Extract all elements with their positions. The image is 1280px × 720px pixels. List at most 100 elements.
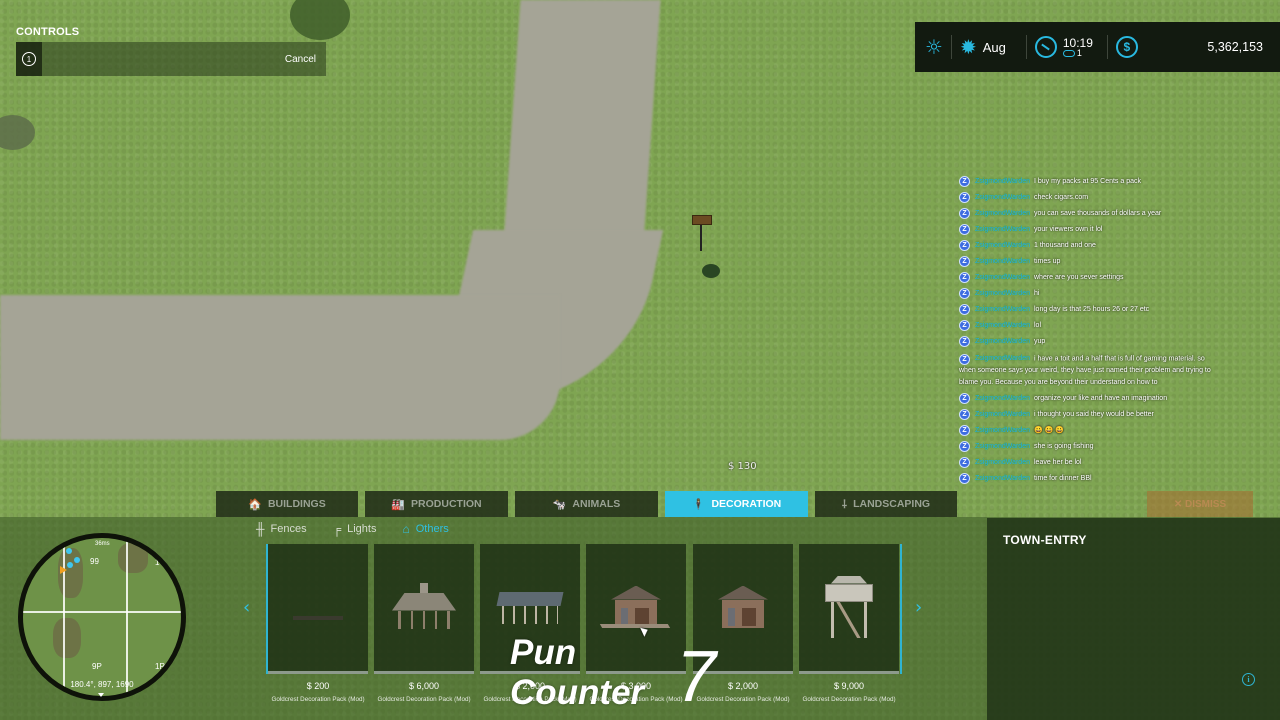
chat-username: ZsigmondWarden	[975, 459, 1030, 467]
chat-message: Z ZsigmondWarden yup	[959, 334, 1221, 350]
stream-chat: Z ZsigmondWarden I buy my packs at 95 Cent…	[959, 174, 1221, 487]
key-hint: 1	[16, 42, 42, 76]
tab-label: BUILDINGS	[267, 498, 326, 510]
top-hud: ☼ ✹ Aug 10:19 1 $ 5,362,153	[915, 22, 1280, 72]
subtab-label: Others	[415, 523, 449, 535]
tab-label: DECORATION	[711, 498, 782, 510]
chat-text: lol	[1034, 322, 1042, 329]
sign-post	[700, 225, 702, 251]
chat-text: leave her be lol	[1034, 459, 1082, 467]
chat-username: ZsigmondWarden	[975, 306, 1030, 313]
chat-message: Z ZsigmondWarden leave her be lol	[959, 455, 1221, 471]
chat-username: ZsigmondWarden	[975, 290, 1030, 297]
decoration-icon: 🕴	[691, 498, 706, 511]
chat-text: your viewers own it lol	[1034, 226, 1103, 233]
chat-user-badge-icon: Z	[959, 354, 970, 365]
chat-message: Z ZsigmondWarden your viewers own it lol	[959, 222, 1221, 238]
subtab-lights[interactable]: ╒ Lights	[333, 522, 377, 536]
chat-user-badge-icon: Z	[959, 288, 970, 299]
chat-user-badge-icon: Z	[959, 256, 970, 267]
carousel-prev-arrow[interactable]: ‹	[243, 597, 250, 618]
map-marker	[66, 548, 72, 554]
chat-user-badge-icon: Z	[959, 320, 970, 331]
chat-message: Z ZsigmondWarden 😀 😀 😀	[959, 423, 1221, 439]
lookout-tower-model	[821, 575, 877, 640]
info-icon[interactable]: i	[1242, 673, 1255, 686]
divider	[1106, 35, 1108, 59]
item-price: $ 200	[306, 681, 330, 691]
chat-message: Z ZsigmondWarden she is going fishing	[959, 439, 1221, 455]
tab-production[interactable]: 🏭 PRODUCTION	[365, 491, 508, 517]
chat-username: ZsigmondWarden	[975, 178, 1030, 185]
tab-label: ANIMALS	[572, 498, 621, 510]
player-coordinates: 180.4°, 897, 1690	[70, 680, 134, 689]
chat-username: ZsigmondWarden	[975, 475, 1030, 483]
carousel-next-arrow[interactable]: ›	[915, 597, 922, 618]
bush	[0, 115, 35, 150]
field-number: 1P	[155, 662, 165, 671]
subtab-others[interactable]: ⌂ Others	[402, 522, 448, 536]
player-position-icon	[60, 566, 67, 574]
map-terrain	[53, 618, 81, 658]
minimap[interactable]: 36ms 99 1 9P 1P 180.4°, 897, 1690	[18, 533, 186, 701]
subtab-fences[interactable]: ╫ Fences	[256, 522, 307, 536]
chat-text: I buy my packs at 95 Cents a pack	[1034, 178, 1141, 185]
map-gridline	[23, 611, 181, 613]
time-speed-value: 1	[1076, 47, 1082, 58]
chat-text: yup	[1034, 338, 1046, 345]
pun-counter-label: Pun Counter	[510, 633, 644, 713]
speed-icon	[1062, 49, 1075, 57]
carousel-edge	[900, 544, 902, 674]
map-scale: 36ms	[95, 541, 110, 547]
bench-model	[293, 615, 343, 620]
pun-counter-line2: Counter	[510, 673, 645, 712]
item-thumbnail	[268, 544, 368, 671]
item-price: $ 6,000	[408, 681, 440, 691]
shovel-icon: ⸸	[841, 498, 848, 511]
tab-label: PRODUCTION	[411, 498, 482, 510]
time-display[interactable]: 10:19 1	[1062, 37, 1093, 58]
cancel-button[interactable]: Cancel	[285, 54, 316, 65]
category-tabs: 🏠 BUILDINGS 🏭 PRODUCTION 🐄 ANIMALS 🕴 DECORAT…	[216, 491, 957, 517]
chat-text: long day is that 25 hours 26 or 27 etc	[1034, 306, 1150, 313]
chat-message: Z ZsigmondWarden i thought you said they w…	[959, 407, 1221, 423]
placement-sign-preview	[692, 215, 712, 225]
chat-user-badge-icon: Z	[959, 272, 970, 283]
chat-user-badge-icon: Z	[959, 457, 970, 469]
item-card[interactable]: $ 9,000 Goldcrest Decoration Pack (Mod)	[799, 544, 899, 708]
production-icon: 🏭	[391, 498, 406, 511]
chat-user-badge-icon: Z	[959, 208, 970, 219]
controls-title: CONTROLS	[16, 26, 80, 38]
item-card[interactable]: $ 200 Goldcrest Decoration Pack (Mod)	[268, 544, 368, 708]
key-1-icon: 1	[22, 52, 36, 66]
chat-text: i thought you said they would be better	[1034, 411, 1154, 419]
dismiss-button[interactable]: ✕ DISMISS	[1147, 491, 1253, 517]
dirt-road	[0, 295, 560, 440]
chat-username: ZsigmondWarden	[975, 395, 1030, 403]
chat-user-badge-icon: Z	[959, 240, 970, 251]
field-number: 9P	[92, 662, 102, 671]
chat-text: where are you sever settings	[1034, 274, 1124, 281]
chat-message: Z ZsigmondWarden you can save thousands of…	[959, 206, 1221, 222]
clock-icon	[1034, 36, 1057, 58]
chat-message: Z ZsigmondWarden check cigars.com	[959, 190, 1221, 206]
chat-username: ZsigmondWarden	[975, 210, 1030, 217]
chat-user-badge-icon: Z	[959, 176, 970, 187]
chat-message: Z ZsigmondWarden times up	[959, 254, 1221, 270]
chat-text: 1 thousand and one	[1034, 242, 1096, 249]
chat-message: Z ZsigmondWarden lol	[959, 318, 1221, 334]
chat-user-badge-icon: Z	[959, 224, 970, 235]
chat-user-badge-icon: Z	[959, 393, 970, 405]
field-number: 1	[155, 558, 160, 567]
chat-message: Z ZsigmondWarden long day is that 25 hours…	[959, 302, 1221, 318]
chat-username: ZsigmondWarden	[975, 443, 1030, 451]
tab-decoration[interactable]: 🕴 DECORATION	[665, 491, 808, 517]
chat-message: Z ZsigmondWarden where are you sever setti…	[959, 270, 1221, 286]
chat-username: ZsigmondWarden	[975, 226, 1030, 233]
item-card[interactable]: $ 6,000 Goldcrest Decoration Pack (Mod)	[374, 544, 474, 708]
tab-label: LANDSCAPING	[853, 498, 931, 510]
tab-animals[interactable]: 🐄 ANIMALS	[515, 491, 658, 517]
tab-landscaping[interactable]: ⸸ LANDSCAPING	[815, 491, 957, 517]
item-divider	[799, 671, 899, 674]
tab-buildings[interactable]: 🏠 BUILDINGS	[216, 491, 358, 517]
